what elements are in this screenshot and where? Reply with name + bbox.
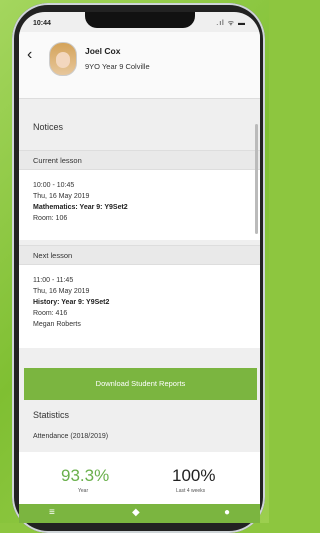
next-lesson-room: Room: 416 <box>33 310 68 317</box>
student-header: ‹ Joel Cox 9YO Year 9 Colville <box>19 32 260 99</box>
year-percent: 93.3% <box>61 466 110 485</box>
bottom-tab-bar: ≡ ◆ ● <box>19 504 260 523</box>
back-chevron-icon[interactable]: ‹ <box>27 46 32 64</box>
notices-heading: Notices <box>33 122 64 132</box>
avatar[interactable] <box>49 42 77 76</box>
current-lesson-date: Thu, 16 May 2019 <box>33 193 90 200</box>
profile-icon[interactable]: ● <box>224 507 230 518</box>
statistics-heading: Statistics <box>33 410 70 420</box>
current-lesson-time: 10:00 - 10:45 <box>33 182 75 189</box>
signal-wifi-battery-icon: .ıl ᯤ ▬ <box>216 20 246 27</box>
current-lesson-subject: Mathematics: Year 9: Y9Set2 <box>33 204 128 211</box>
attendance-stats: 93.3% Year 100% Last 4 weeks <box>19 452 260 510</box>
next-lesson-card[interactable]: 11:00 - 11:45 Thu, 16 May 2019 History: … <box>19 265 260 348</box>
weeks-percent: 100% <box>172 466 216 485</box>
current-lesson-room: Room: 106 <box>33 215 68 222</box>
year-caption: Year <box>78 488 89 494</box>
download-reports-button[interactable]: Download Student Reports <box>24 368 257 400</box>
next-lesson-time: 11:00 - 11:45 <box>33 277 74 284</box>
next-lesson-heading: Next lesson <box>19 245 260 265</box>
current-lesson-heading: Current lesson <box>19 150 260 170</box>
next-lesson-teacher: Megan Roberts <box>33 321 81 328</box>
next-lesson-date: Thu, 16 May 2019 <box>33 288 90 295</box>
student-info: 9YO Year 9 Colville <box>85 62 150 71</box>
attendance-label: Attendance (2018/2019) <box>33 433 109 440</box>
current-lesson-card[interactable]: 10:00 - 10:45 Thu, 16 May 2019 Mathemati… <box>19 170 260 240</box>
next-lesson-subject: History: Year 9: Y9Set2 <box>33 299 110 306</box>
status-time: 10:44 <box>33 20 51 27</box>
scrollbar[interactable] <box>255 124 258 234</box>
app-screen: 10:44 .ıl ᯤ ▬ ‹ Joel Cox 9YO Year 9 Colv… <box>19 12 260 523</box>
phone-notch <box>85 12 195 28</box>
app-logo-icon[interactable]: ◆ <box>132 507 140 518</box>
weeks-caption: Last 4 weeks <box>176 488 206 494</box>
student-name: Joel Cox <box>85 46 121 56</box>
menu-icon[interactable]: ≡ <box>49 507 55 518</box>
